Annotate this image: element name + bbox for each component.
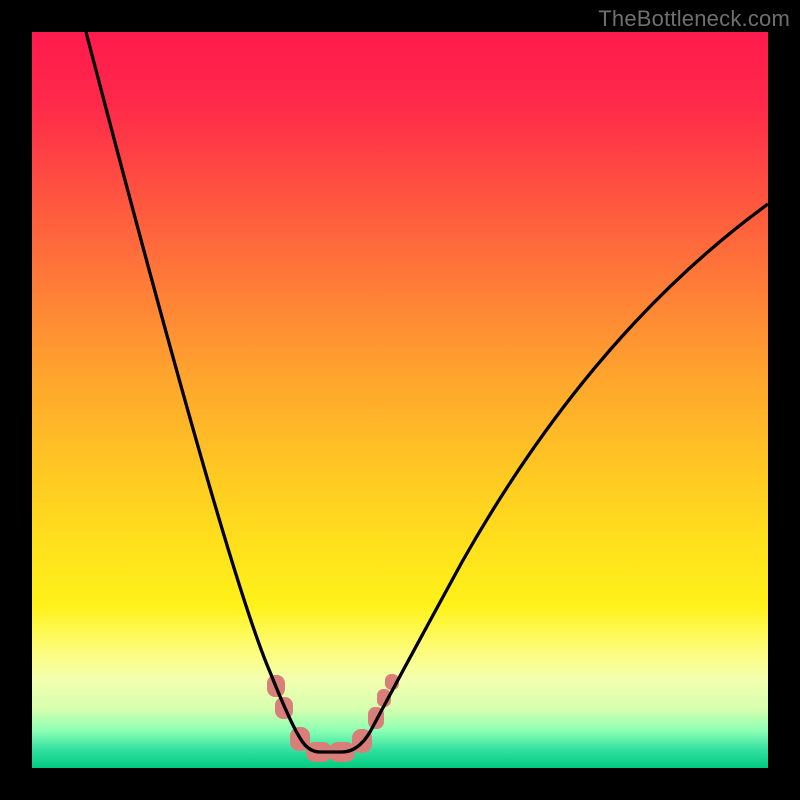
watermark-text: TheBottleneck.com [598,6,790,32]
plot-area [32,32,768,768]
bottleneck-curve [86,32,768,752]
bottleneck-chart-svg [32,32,768,768]
chart-frame: TheBottleneck.com [0,0,800,800]
